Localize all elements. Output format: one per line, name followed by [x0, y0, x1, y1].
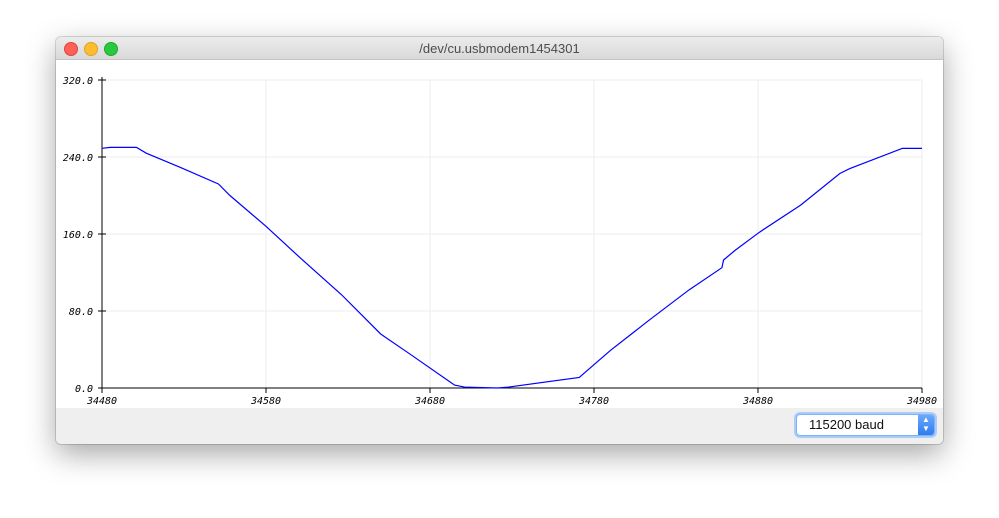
y-tick-label: 80.0 [69, 307, 93, 318]
y-tick-label: 240.0 [63, 153, 93, 164]
x-tick-label: 34980 [906, 396, 937, 407]
y-tick-label: 0.0 [75, 384, 93, 395]
chevron-updown-icon: ▲ ▼ [918, 415, 934, 435]
x-tick-label: 34480 [86, 396, 117, 407]
baud-rate-value: 115200 baud [809, 417, 884, 432]
window-title: /dev/cu.usbmodem1454301 [419, 41, 580, 56]
y-tick-label: 160.0 [63, 230, 93, 241]
x-tick-label: 34780 [578, 396, 609, 407]
serial-plotter-window: /dev/cu.usbmodem1454301 34480 34580 34680 3… [56, 37, 943, 444]
baud-rate-select[interactable]: 115200 baud ▲ ▼ [796, 414, 935, 436]
series-line [101, 146, 922, 389]
x-tick-label: 34880 [742, 396, 773, 407]
x-tick-label: 34580 [250, 396, 281, 407]
plot-area: 34480 34580 34680 34780 34880 34980 0.0 80.0 160… [62, 76, 937, 407]
bottom-bar: 115200 baud ▲ ▼ [56, 408, 943, 444]
y-tick-label: 320.0 [62, 76, 93, 87]
title-bar: /dev/cu.usbmodem1454301 [56, 37, 943, 60]
x-tick-label: 34680 [414, 396, 445, 407]
